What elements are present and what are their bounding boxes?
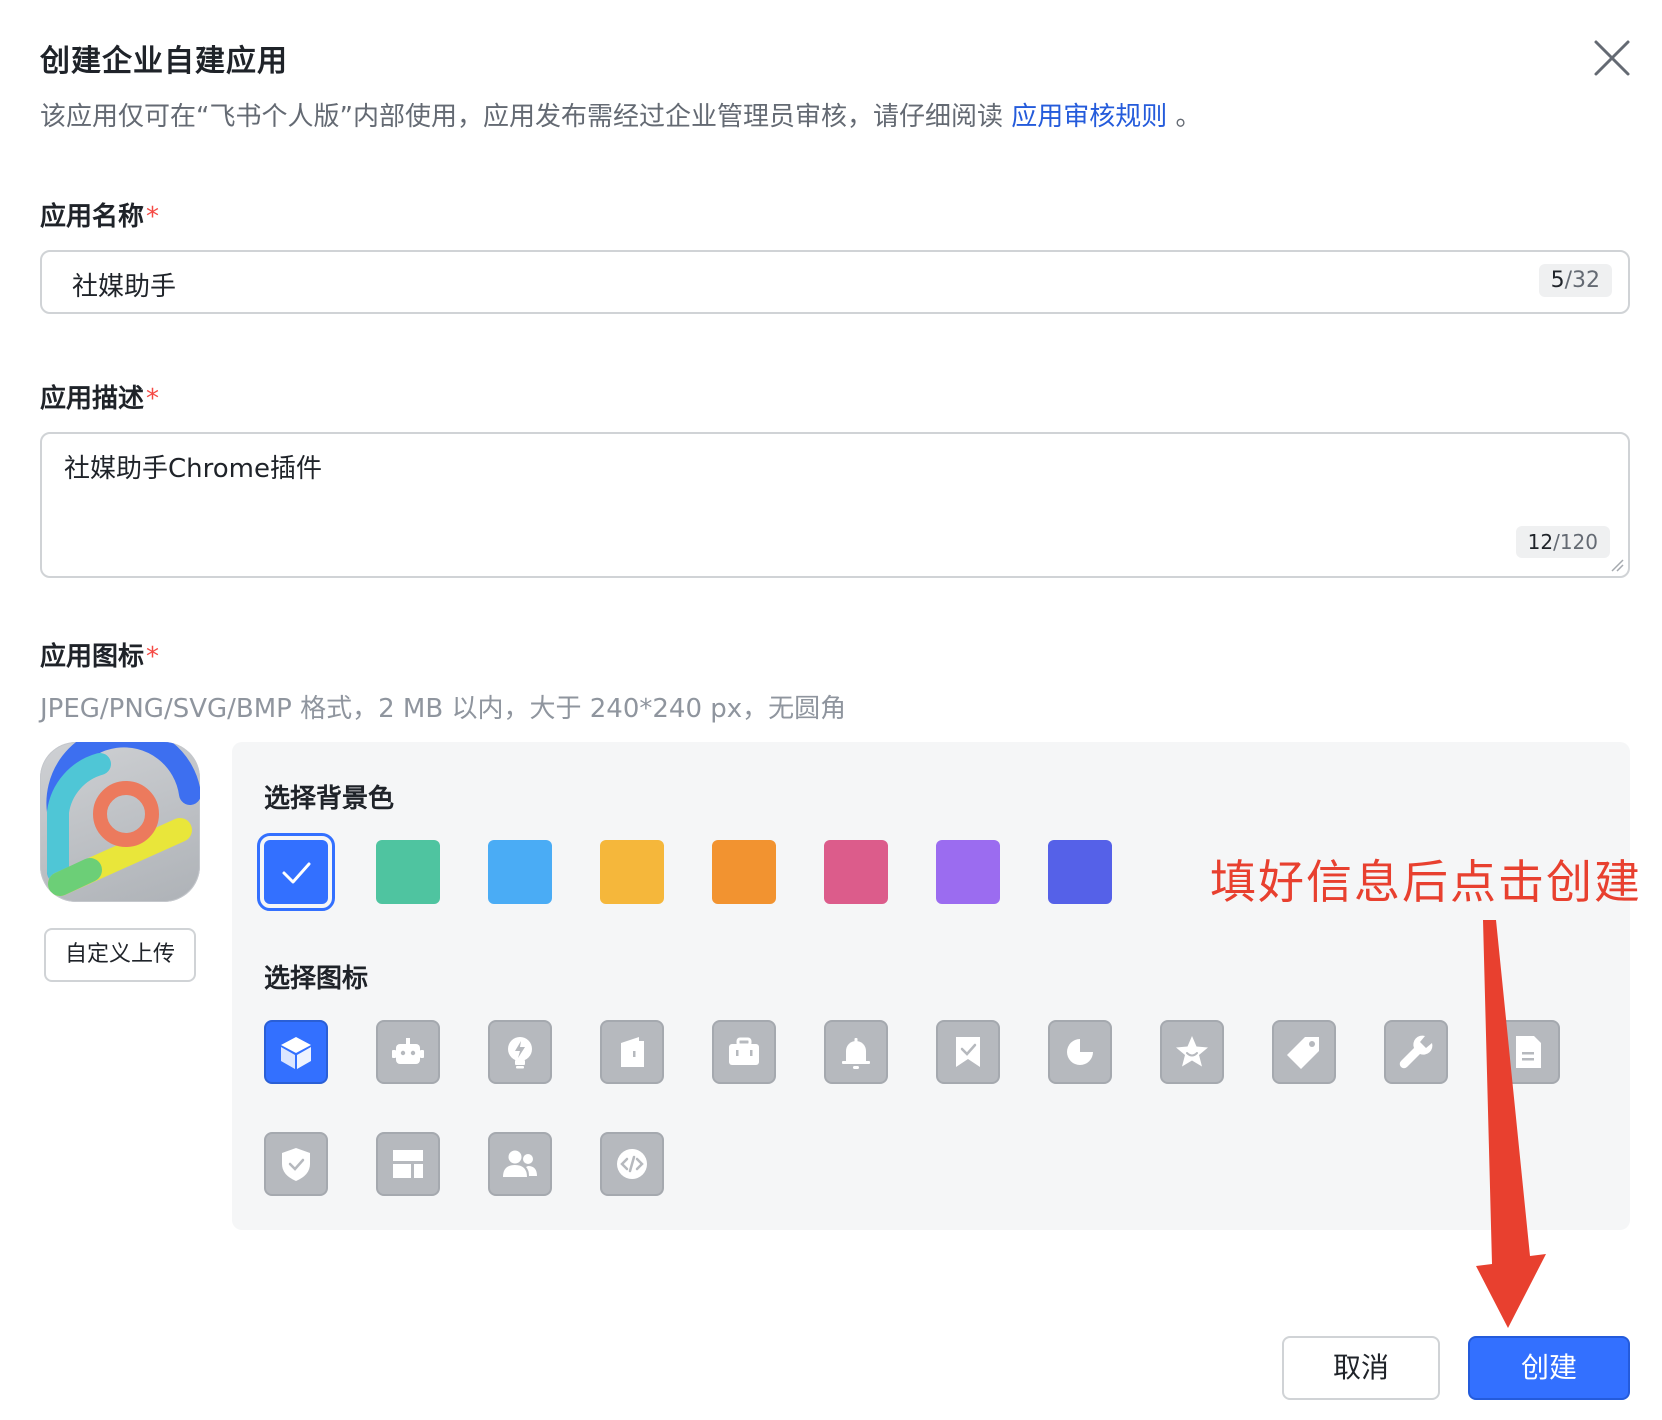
- required-mark: *: [146, 202, 160, 232]
- required-mark: *: [146, 384, 160, 414]
- icon-option-lightbulb[interactable]: [488, 1020, 552, 1084]
- robot-icon: [392, 1038, 424, 1064]
- close-icon: [1594, 40, 1630, 76]
- app-name-count-current: 5: [1550, 268, 1565, 293]
- app-name-label: 应用名称*: [40, 196, 159, 233]
- bg-swatch[interactable]: [257, 833, 335, 911]
- instruction-annotation: 填好信息后点击创建: [1210, 855, 1642, 909]
- door-icon: [621, 1037, 644, 1067]
- bg-color-section-title: 选择背景色: [264, 784, 395, 814]
- app-logo-icon: [46, 742, 200, 896]
- icon-option-users[interactable]: [488, 1132, 552, 1196]
- icon-option-tag[interactable]: [1272, 1020, 1336, 1084]
- app-desc-value[interactable]: 社媒助手Chrome插件: [64, 448, 322, 485]
- icon-option-briefcase[interactable]: [712, 1020, 776, 1084]
- app-icon-label: 应用图标*: [40, 636, 159, 673]
- app-desc-count-current: 12: [1527, 530, 1554, 554]
- icon-picker-panel: [232, 742, 1630, 1230]
- star-icon: [1176, 1036, 1208, 1067]
- icon-option-star[interactable]: [1160, 1020, 1224, 1084]
- dialog-title: 创建企业自建应用: [40, 44, 288, 79]
- icon-option-bell[interactable]: [824, 1020, 888, 1084]
- wrench-icon: [1399, 1035, 1433, 1069]
- icon-option-bookmark[interactable]: [936, 1020, 1000, 1084]
- cancel-button[interactable]: 取消: [1282, 1336, 1440, 1400]
- annotation-arrow-icon: [1476, 920, 1546, 1328]
- icon-option-shield[interactable]: [264, 1132, 328, 1196]
- notice-text: 该应用仅可在“飞书个人版”内部使用，应用发布需经过企业管理员审核，请仔细阅读: [40, 102, 1003, 132]
- app-desc-count-max: /120: [1553, 530, 1598, 554]
- users-icon: [503, 1150, 537, 1177]
- app-desc-label-text: 应用描述: [40, 384, 145, 414]
- app-name-count-max: /32: [1564, 268, 1600, 293]
- check-icon: [282, 862, 311, 884]
- icon-option-code[interactable]: [600, 1132, 664, 1196]
- bg-swatch[interactable]: [712, 840, 776, 904]
- icon-option-layout[interactable]: [376, 1132, 440, 1196]
- icon-option-robot[interactable]: [376, 1020, 440, 1084]
- app-name-input[interactable]: 社媒助手 5/32: [40, 250, 1630, 314]
- icon-section-title: 选择图标: [264, 964, 369, 994]
- lightbulb-icon: [508, 1037, 532, 1069]
- app-desc-counter: 12/120: [1515, 526, 1610, 558]
- icon-option-door[interactable]: [600, 1020, 664, 1084]
- bg-swatch[interactable]: [376, 840, 440, 904]
- bg-swatch[interactable]: [600, 840, 664, 904]
- icon-option-wrench[interactable]: [1384, 1020, 1448, 1084]
- icon-option-cube[interactable]: [264, 1020, 328, 1084]
- notice-end: 。: [1175, 102, 1202, 132]
- close-button[interactable]: [1592, 38, 1632, 78]
- app-name-label-text: 应用名称: [40, 202, 145, 232]
- layout-icon: [393, 1150, 423, 1178]
- bg-swatch[interactable]: [1048, 840, 1112, 904]
- create-button[interactable]: 创建: [1468, 1336, 1630, 1400]
- custom-upload-button[interactable]: 自定义上传: [44, 928, 196, 982]
- review-rules-link[interactable]: 应用审核规则: [1011, 102, 1167, 132]
- cube-icon: [281, 1037, 311, 1069]
- app-icon-label-text: 应用图标: [40, 642, 145, 672]
- bell-icon: [842, 1038, 870, 1069]
- required-mark: *: [146, 642, 160, 672]
- app-icon-hint: JPEG/PNG/SVG/BMP 格式，2 MB 以内，大于 240*240 p…: [40, 694, 847, 724]
- code-icon: [617, 1149, 647, 1179]
- bg-swatch[interactable]: [936, 840, 1000, 904]
- app-desc-textarea[interactable]: 社媒助手Chrome插件 12/120: [40, 432, 1630, 578]
- app-name-value[interactable]: 社媒助手: [72, 266, 176, 303]
- pie-chart-icon: [1067, 1039, 1093, 1065]
- briefcase-icon: [729, 1037, 759, 1065]
- review-notice: 该应用仅可在“飞书个人版”内部使用，应用发布需经过企业管理员审核，请仔细阅读 应…: [40, 96, 1202, 133]
- bookmark-check-icon: [956, 1037, 980, 1067]
- app-name-counter: 5/32: [1538, 264, 1612, 297]
- bg-swatch[interactable]: [488, 840, 552, 904]
- tag-icon: [1287, 1037, 1319, 1069]
- shield-check-icon: [282, 1148, 310, 1181]
- app-desc-label: 应用描述*: [40, 378, 159, 415]
- bg-swatch[interactable]: [824, 840, 888, 904]
- icon-option-pie-chart[interactable]: [1048, 1020, 1112, 1084]
- resize-handle-icon[interactable]: [1610, 558, 1624, 572]
- app-icon-preview: [40, 742, 200, 902]
